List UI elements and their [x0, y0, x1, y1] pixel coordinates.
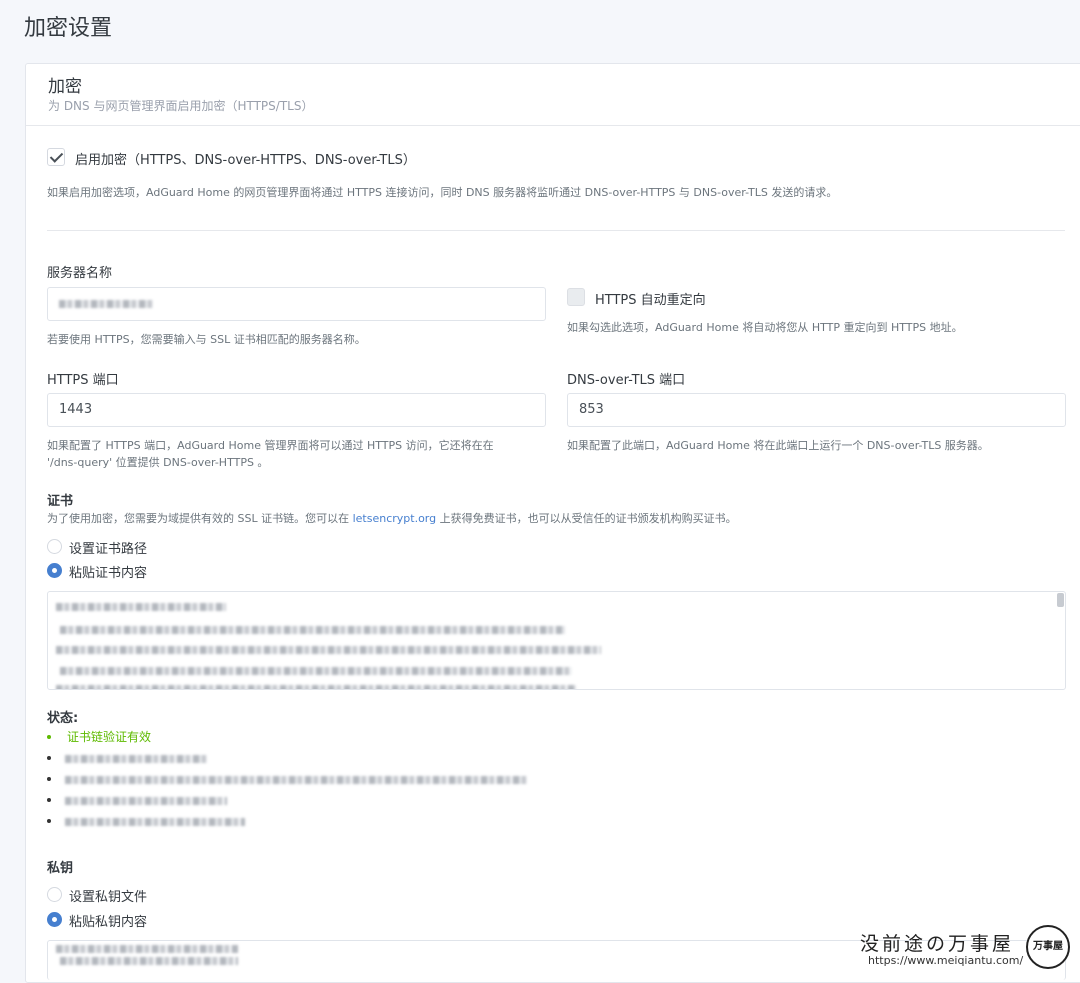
bullet-icon [47, 735, 51, 739]
certificate-content-redacted [56, 646, 601, 654]
status-item-redacted [47, 811, 647, 832]
https-port-help-line2: '/dns-query' 位置提供 DNS-over-HTTPS 。 [47, 456, 269, 469]
section-divider [47, 230, 1065, 231]
letsencrypt-link[interactable]: letsencrypt.org [353, 512, 437, 525]
server-name-input[interactable] [47, 287, 546, 321]
cert-path-radio[interactable] [47, 539, 62, 554]
card-subtitle: 为 DNS 与网页管理界面启用加密（HTTPS/TLS） [48, 99, 314, 113]
certificate-heading: 证书 [47, 494, 74, 509]
private-key-content-redacted [60, 957, 238, 965]
status-value-redacted [65, 755, 207, 763]
certificate-content-redacted [56, 685, 576, 689]
dot-port-label: DNS-over-TLS 端口 [567, 373, 686, 388]
status-list: 证书链验证有效 [47, 727, 647, 832]
server-name-value-redacted [59, 300, 153, 308]
enable-encryption-label: 启用加密（HTTPS、DNS-over-HTTPS、DNS-over-TLS） [75, 153, 416, 168]
watermark-seal-icon: 万事屋 [1026, 925, 1070, 969]
cert-paste-radio[interactable] [47, 563, 62, 578]
enable-encryption-checkbox[interactable] [47, 148, 65, 166]
watermark-text: 没前途の万事屋 [860, 933, 1015, 955]
dot-port-help: 如果配置了此端口，AdGuard Home 将在此端口上运行一个 DNS-ove… [567, 439, 989, 452]
status-value-redacted [65, 776, 527, 784]
cert-paste-label: 粘贴证书内容 [69, 566, 148, 581]
certificate-textarea[interactable] [47, 591, 1066, 690]
status-item-redacted [47, 748, 647, 769]
bullet-icon [47, 777, 51, 781]
status-item-redacted [47, 790, 647, 811]
dot-port-input[interactable]: 853 [567, 393, 1066, 427]
status-value-redacted [65, 818, 245, 826]
status-value-redacted [65, 797, 227, 805]
https-redirect-checkbox[interactable] [567, 288, 585, 306]
bullet-icon [47, 819, 51, 823]
certificate-help-before: 为了使用加密，您需要为域提供有效的 SSL 证书链。您可以在 [47, 512, 353, 525]
certificate-help-after: 上获得免费证书，也可以从受信任的证书颁发机构购买证书。 [436, 512, 737, 525]
https-port-help-line1: 如果配置了 HTTPS 端口，AdGuard Home 管理界面将可以通过 HT… [47, 439, 494, 452]
status-item-redacted [47, 769, 647, 790]
certificate-help: 为了使用加密，您需要为域提供有效的 SSL 证书链。您可以在 letsencry… [47, 510, 737, 527]
https-port-label: HTTPS 端口 [47, 373, 119, 388]
status-item-valid: 证书链验证有效 [47, 727, 647, 748]
bullet-icon [47, 798, 51, 802]
status-heading: 状态: [47, 711, 79, 726]
private-key-content-redacted [56, 945, 238, 953]
server-name-label: 服务器名称 [47, 266, 113, 281]
cert-path-label: 设置证书路径 [69, 542, 148, 557]
watermark: 没前途の万事屋 https://www.meiqiantu.com/ 万事屋 [860, 925, 1080, 971]
certificate-content-redacted [60, 667, 572, 675]
textarea-scrollbar[interactable] [1057, 593, 1064, 607]
key-file-radio[interactable] [47, 887, 62, 902]
https-redirect-help: 如果勾选此选项，AdGuard Home 将自动将您从 HTTP 重定向到 HT… [567, 321, 963, 334]
certificate-content-redacted [60, 626, 565, 634]
bullet-icon [47, 756, 51, 760]
card-title: 加密 [48, 77, 82, 97]
status-valid-text: 证书链验证有效 [67, 730, 152, 744]
card-header: 加密 为 DNS 与网页管理界面启用加密（HTTPS/TLS） [26, 64, 1080, 126]
private-key-heading: 私钥 [47, 861, 74, 876]
https-redirect-label: HTTPS 自动重定向 [595, 293, 706, 308]
key-paste-radio[interactable] [47, 912, 62, 927]
key-paste-label: 粘贴私钥内容 [69, 915, 148, 930]
server-name-help: 若要使用 HTTPS，您需要输入与 SSL 证书相匹配的服务器名称。 [47, 333, 366, 346]
page-title: 加密设置 [24, 16, 113, 41]
certificate-content-redacted [56, 603, 226, 611]
https-port-input[interactable]: 1443 [47, 393, 546, 427]
key-file-label: 设置私钥文件 [69, 890, 148, 905]
enable-encryption-help: 如果启用加密选项，AdGuard Home 的网页管理界面将通过 HTTPS 连… [47, 186, 838, 199]
watermark-url: https://www.meiqiantu.com/ [868, 954, 1024, 967]
